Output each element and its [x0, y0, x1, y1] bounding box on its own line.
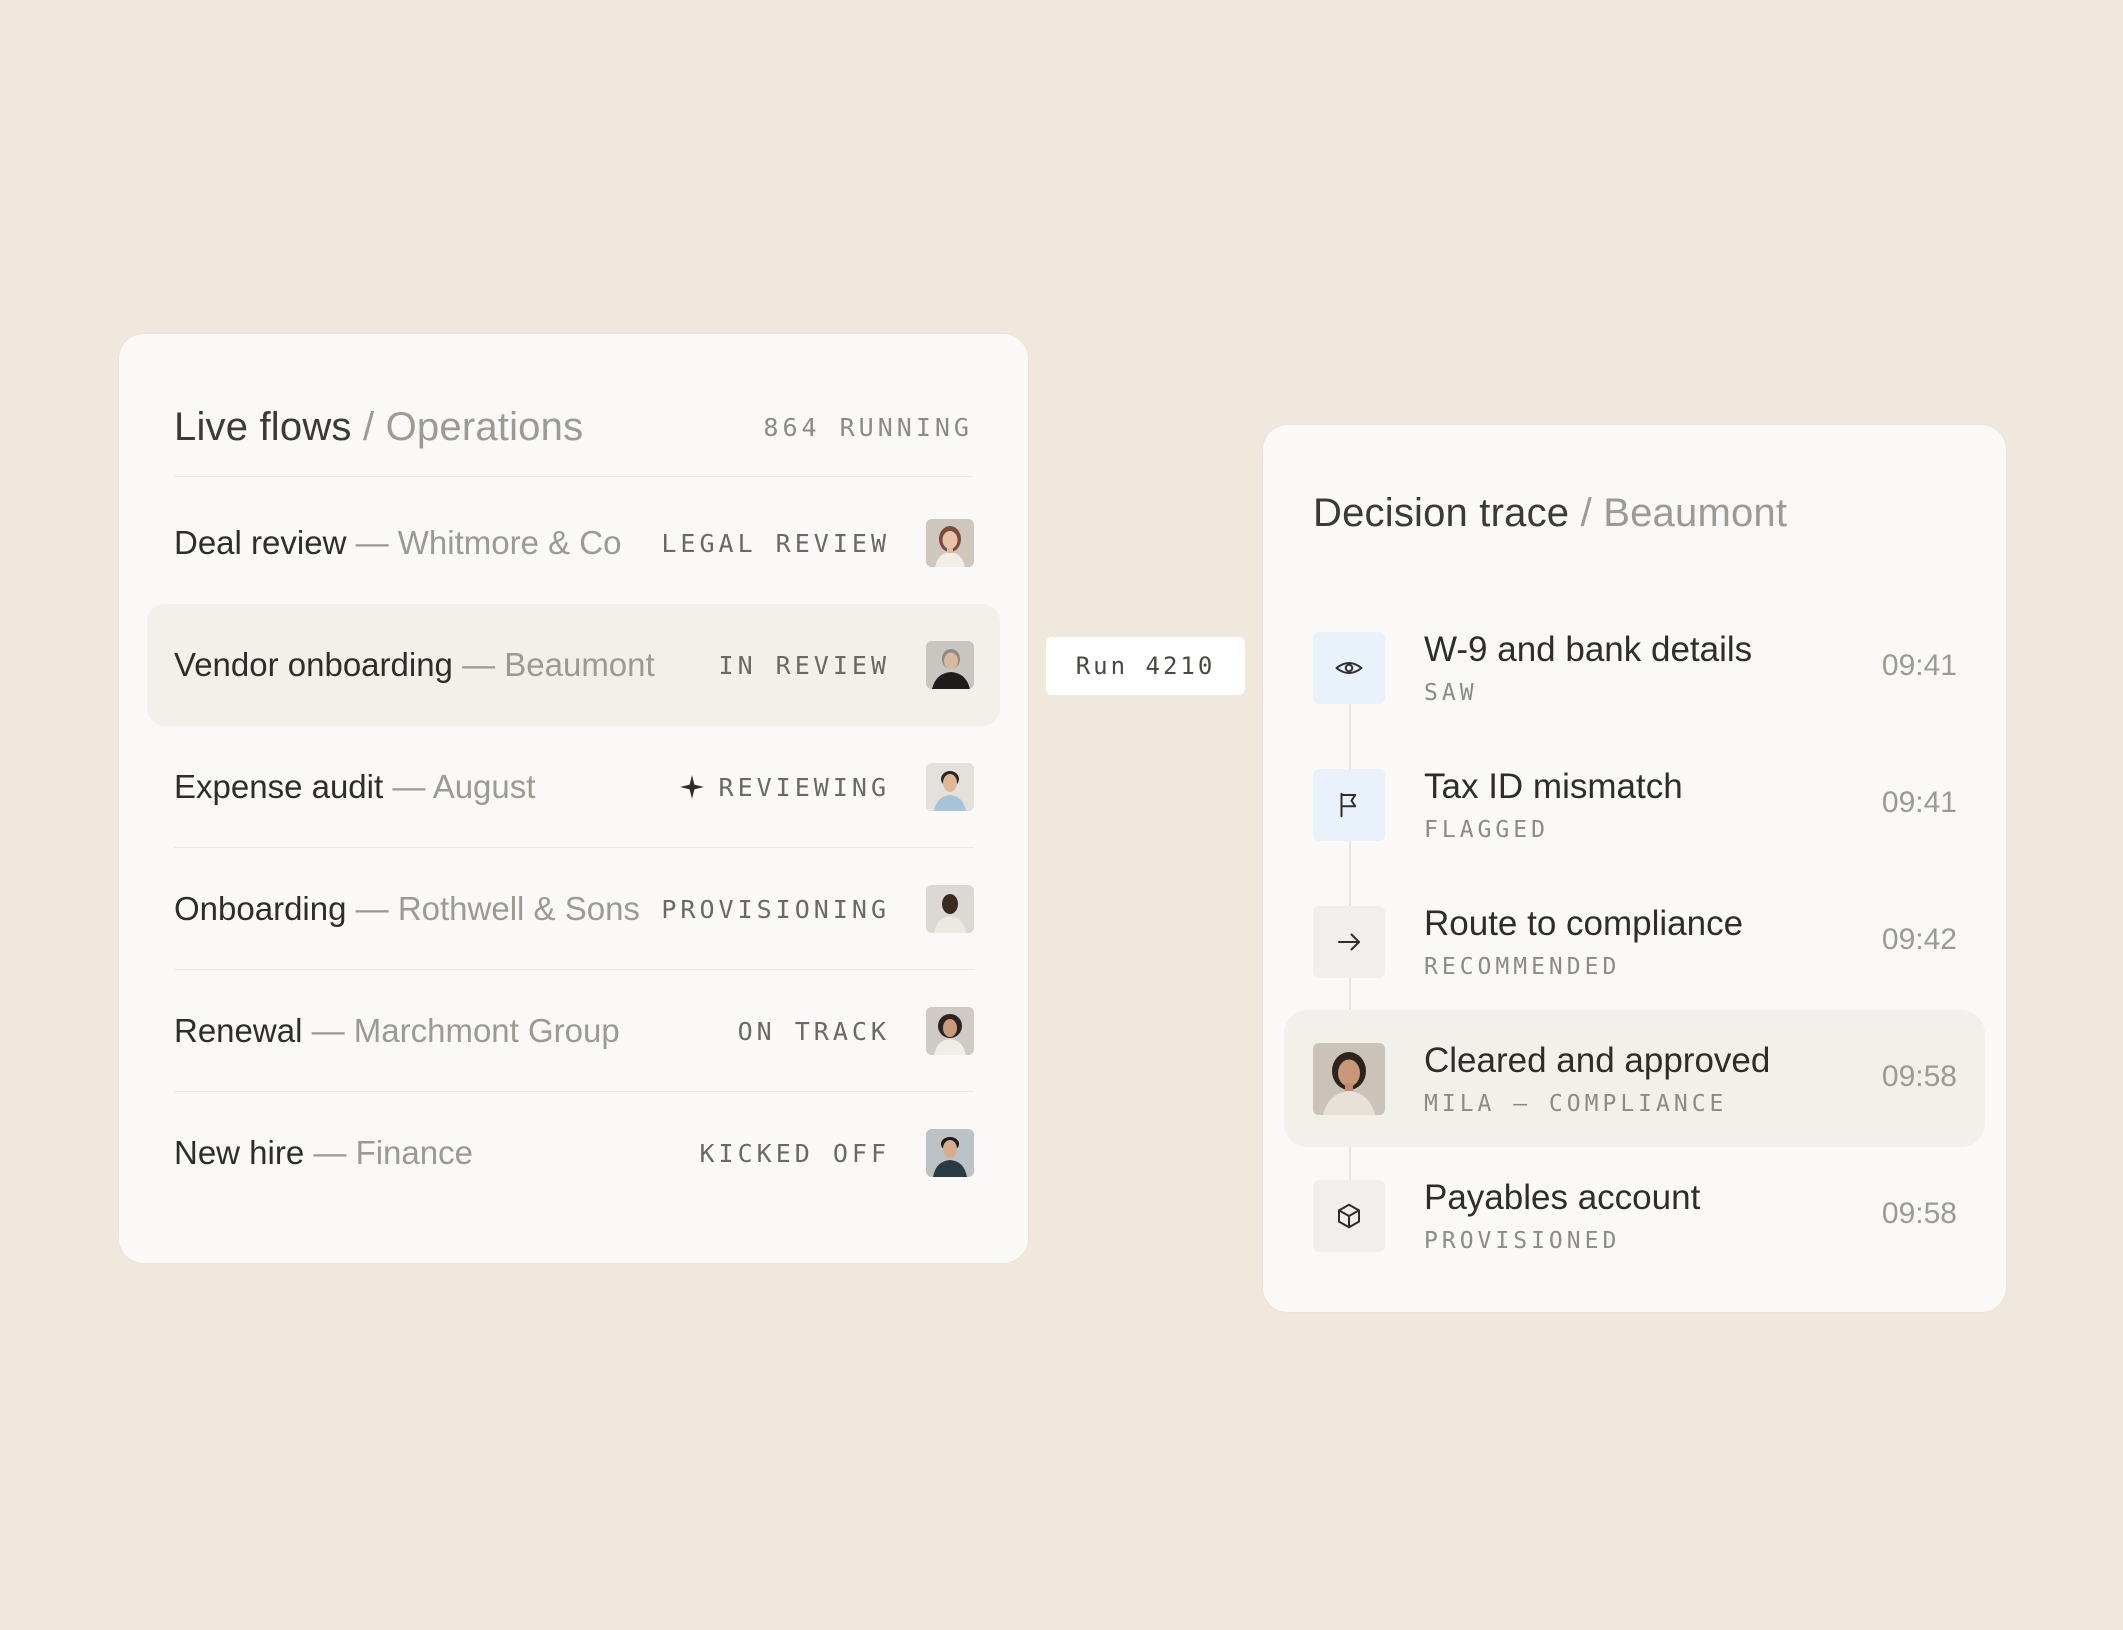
trace-item-w9[interactable]: W-9 and bank details SAW 09:41 [1284, 599, 1985, 736]
run-id-chip[interactable]: Run 4210 [1046, 637, 1245, 695]
live-flows-card: Live flows / Operations 864 RUNNING Deal… [118, 333, 1029, 1264]
trace-subtitle: MILA — COMPLIANCE [1424, 1090, 1728, 1117]
flow-name: Vendor onboarding — Beaumont [174, 646, 655, 683]
flag-icon [1313, 768, 1385, 841]
trace-time: 09:41 [1881, 785, 1957, 819]
trace-time: 09:58 [1881, 1196, 1957, 1230]
live-flows-title: Live flows / Operations [174, 405, 584, 449]
trace-text: Tax ID mismatch FLAGGED [1424, 767, 1882, 843]
flow-row-deal-review[interactable]: Deal review — Whitmore & Co LEGAL REVIEW [147, 482, 1000, 604]
eye-icon [1313, 631, 1385, 704]
trace-item-cleared[interactable]: Cleared and approved MILA — COMPLIANCE 0… [1284, 1010, 1985, 1147]
trace-title: Cleared and approved [1424, 1040, 1771, 1080]
trace-title: Route to compliance [1424, 903, 1744, 943]
arrow-right-icon [1313, 905, 1385, 978]
trace-item-payables[interactable]: Payables account PROVISIONED 09:58 [1284, 1147, 1985, 1284]
avatar [1313, 1042, 1385, 1115]
trace-title: Payables account [1424, 1177, 1701, 1217]
live-flows-header: Live flows / Operations 864 RUNNING [174, 397, 973, 477]
trace-time: 09:41 [1881, 648, 1957, 682]
trace-subtitle: RECOMMENDED [1424, 953, 1621, 980]
flow-name: Renewal — Marchmont Group [174, 1012, 620, 1049]
running-count: 864 RUNNING [763, 413, 973, 442]
cube-icon [1313, 1179, 1385, 1252]
avatar[interactable] [926, 641, 974, 689]
trace-item-route[interactable]: Route to compliance RECOMMENDED 09:42 [1284, 873, 1985, 1010]
flow-name: New hire — Finance [174, 1134, 473, 1171]
avatar[interactable] [926, 885, 974, 933]
avatar[interactable] [926, 1129, 974, 1177]
trace-time: 09:42 [1881, 922, 1957, 956]
trace-text: W-9 and bank details SAW [1424, 630, 1882, 706]
trace-time: 09:58 [1881, 1059, 1957, 1093]
avatar[interactable] [926, 519, 974, 567]
flow-status: PROVISIONING [661, 894, 890, 924]
flow-row-onboarding[interactable]: Onboarding — Rothwell & Sons PROVISIONIN… [147, 848, 1000, 970]
avatar[interactable] [926, 1007, 974, 1055]
decision-trace-title: Decision trace / Beaumont [1313, 491, 1788, 535]
flow-name: Deal review — Whitmore & Co [174, 524, 622, 561]
flow-list: Deal review — Whitmore & Co LEGAL REVIEW… [147, 482, 1000, 1214]
trace-title: Tax ID mismatch [1424, 766, 1683, 806]
flow-name: Onboarding — Rothwell & Sons [174, 890, 640, 927]
trace-subtitle: SAW [1424, 679, 1478, 706]
trace-subtitle: FLAGGED [1424, 816, 1549, 843]
trace-text: Payables account PROVISIONED [1424, 1178, 1882, 1254]
trace-text: Cleared and approved MILA — COMPLIANCE [1424, 1041, 1882, 1117]
trace-subtitle: PROVISIONED [1424, 1227, 1621, 1254]
flow-row-new-hire[interactable]: New hire — Finance KICKED OFF [147, 1092, 1000, 1214]
trace-title: W-9 and bank details [1424, 629, 1753, 669]
sparkle-icon [679, 775, 704, 799]
flow-status: REVIEWING [679, 773, 890, 802]
flow-row-vendor-onboarding[interactable]: Vendor onboarding — Beaumont IN REVIEW [147, 604, 1000, 726]
flow-name: Expense audit — August [174, 768, 536, 805]
flow-status: LEGAL REVIEW [661, 528, 890, 558]
flow-status: KICKED OFF [699, 1138, 890, 1168]
flow-row-renewal[interactable]: Renewal — Marchmont Group ON TRACK [147, 970, 1000, 1092]
flow-status: ON TRACK [737, 1016, 890, 1046]
flow-row-expense-audit[interactable]: Expense audit — August REVIEWING [147, 726, 1000, 848]
trace-list: W-9 and bank details SAW 09:41 Tax ID mi… [1284, 599, 1985, 1284]
flow-status: IN REVIEW [718, 650, 890, 680]
avatar[interactable] [926, 763, 974, 811]
trace-text: Route to compliance RECOMMENDED [1424, 904, 1882, 980]
trace-item-tax-id[interactable]: Tax ID mismatch FLAGGED 09:41 [1284, 736, 1985, 873]
decision-trace-card: Decision trace / Beaumont W-9 and bank d… [1262, 424, 2007, 1313]
